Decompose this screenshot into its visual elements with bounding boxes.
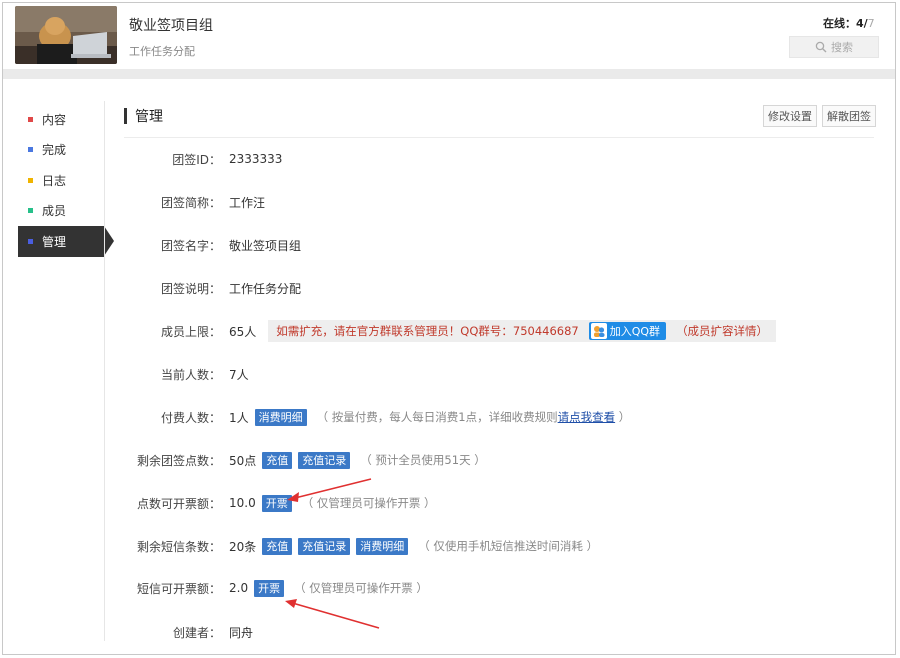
header-divider-band — [3, 69, 895, 79]
square-bullet-icon — [28, 208, 33, 214]
sidebar-item-label: 内容 — [42, 112, 67, 127]
title-divider — [124, 137, 874, 138]
sidebar-item-label: 成员 — [42, 204, 67, 219]
field-label: 付费人数： — [160, 410, 221, 425]
annotation-arrow-icon — [285, 599, 380, 629]
annotation-arrow-icon — [287, 478, 372, 502]
sms-recharge-button[interactable]: 充值 — [262, 537, 293, 555]
join-qq-group-button[interactable]: 加入QQ群 — [588, 322, 667, 340]
sidebar-item-label: 完成 — [42, 143, 67, 158]
group-header: 敬业签项目组 工作任务分配 在线：4/7 搜索 — [3, 3, 895, 71]
field-label: 团签ID： — [172, 152, 221, 167]
field-label: 创建者： — [172, 625, 221, 640]
qq-group-icon — [590, 323, 607, 339]
field-label: 团签说明： — [160, 281, 221, 296]
field-value: 工作汪 — [229, 195, 266, 210]
edit-settings-button[interactable]: 修改设置 — [763, 105, 817, 127]
field-row-remaining-points: 剩余团签点数： 50点 充值 充值记录 （ 预计全员使用51天 ） — [113, 449, 486, 471]
square-bullet-icon — [28, 116, 33, 122]
field-row-id: 团签ID： 2333333 — [113, 148, 282, 170]
field-label: 短信可开票额： — [136, 581, 221, 596]
online-label: 在线： — [823, 17, 856, 30]
square-bullet-icon — [28, 147, 33, 153]
field-value: 1人 — [229, 410, 249, 425]
billing-note: （ 按量付费，每人每日消费1点，详细收费规则请点我查看 ） — [317, 409, 631, 425]
sidebar-item-content[interactable]: 内容 — [18, 104, 106, 135]
sidebar-item-members[interactable]: 成员 — [18, 196, 106, 227]
field-row-current-count: 当前人数： 7人 — [113, 363, 249, 385]
sidebar-nav: 内容 完成 日志 成员 管理 — [18, 104, 114, 257]
sidebar-item-log[interactable]: 日志 — [18, 165, 106, 196]
field-row-member-limit: 成员上限： 65人 如需扩充，请在官方群联系管理员！QQ群号：750446687… — [113, 320, 777, 342]
field-row-full-name: 团签名字： 敬业签项目组 — [113, 234, 301, 256]
billing-rules-link[interactable]: 请点我查看 — [558, 410, 616, 424]
field-label: 成员上限： — [160, 324, 221, 339]
field-row-description: 团签说明： 工作任务分配 — [113, 277, 301, 299]
expand-notice-text: 如需扩充，请在官方群联系管理员！QQ群号：750446687 — [276, 324, 579, 338]
field-row-remaining-sms: 剩余短信条数： 20条 充值 充值记录 消费明细 （ 仅使用手机短信推送时间消耗… — [113, 535, 598, 557]
field-label: 剩余短信条数： — [136, 539, 221, 554]
field-value: 65人 — [229, 324, 257, 339]
field-value: 20条 — [229, 539, 257, 554]
field-row-points-invoice: 点数可开票额： 10.0 开票 （ 仅管理员可操作开票 ） — [113, 492, 436, 514]
field-label: 剩余团签点数： — [136, 453, 221, 468]
sms-invoice-button[interactable]: 开票 — [254, 579, 285, 597]
points-note: （ 预计全员使用51天 ） — [360, 453, 486, 467]
search-label: 搜索 — [831, 41, 853, 54]
sidebar-divider — [104, 101, 105, 641]
field-label: 团签简称： — [160, 195, 221, 210]
online-count: 4/ — [856, 17, 868, 30]
sidebar-item-label: 管理 — [42, 234, 67, 249]
field-label: 当前人数： — [160, 367, 221, 382]
sms-consumption-detail-button[interactable]: 消费明细 — [356, 537, 409, 555]
field-row-short-name: 团签简称： 工作汪 — [113, 191, 265, 213]
title-accent-bar — [124, 108, 127, 124]
consumption-detail-button[interactable]: 消费明细 — [254, 408, 307, 426]
sidebar-item-done[interactable]: 完成 — [18, 135, 106, 166]
online-total: 7 — [867, 17, 875, 30]
online-status: 在线：4/7 — [823, 15, 875, 31]
expand-detail-link[interactable]: （成员扩容详情） — [676, 323, 768, 339]
field-row-paid-count: 付费人数： 1人 消费明细 （ 按量付费，每人每日消费1点，详细收费规则请点我查… — [113, 406, 630, 428]
field-row-creator: 创建者： 同舟 — [113, 621, 253, 643]
group-subtitle: 工作任务分配 — [129, 45, 195, 58]
square-bullet-icon — [28, 177, 33, 183]
sidebar-item-label: 日志 — [42, 173, 67, 188]
sms-recharge-record-button[interactable]: 充值记录 — [298, 537, 351, 555]
sidebar-item-manage[interactable]: 管理 — [18, 226, 114, 257]
group-title: 敬业签项目组 — [129, 18, 213, 34]
app-window: 敬业签项目组 工作任务分配 在线：4/7 搜索 内容 完成 日志 成员 管理 管… — [2, 2, 896, 655]
search-button[interactable]: 搜索 — [789, 36, 879, 58]
field-label: 团签名字： — [160, 238, 221, 253]
join-qq-group-label: 加入QQ群 — [609, 325, 661, 338]
dissolve-group-button[interactable]: 解散团签 — [822, 105, 876, 127]
sms-note: （ 仅使用手机短信推送时间消耗 ） — [418, 539, 599, 553]
points-recharge-button[interactable]: 充值 — [262, 451, 293, 469]
points-recharge-record-button[interactable]: 充值记录 — [298, 451, 351, 469]
group-avatar — [15, 6, 117, 64]
square-bullet-icon — [28, 238, 33, 244]
expand-notice-box: 如需扩充，请在官方群联系管理员！QQ群号：750446687 加入QQ群 （成员… — [268, 320, 777, 342]
page-title-text: 管理 — [135, 109, 163, 125]
field-label: 点数可开票额： — [136, 496, 221, 511]
billing-note-suffix: ） — [615, 410, 631, 424]
search-icon — [815, 41, 827, 53]
field-value: 敬业签项目组 — [229, 238, 302, 253]
field-value: 工作任务分配 — [229, 281, 302, 296]
field-value: 7人 — [229, 367, 249, 382]
field-value: 2.0 — [229, 581, 249, 595]
billing-note-prefix: （ 按量付费，每人每日消费1点，详细收费规则 — [316, 410, 558, 424]
sms-invoice-note: （ 仅管理员可操作开票 ） — [294, 581, 428, 595]
field-value: 2333333 — [229, 152, 283, 166]
field-value: 50点 — [229, 453, 257, 468]
page-title: 管理 — [124, 106, 163, 126]
field-value: 10.0 — [229, 496, 256, 510]
field-value: 同舟 — [229, 625, 254, 640]
